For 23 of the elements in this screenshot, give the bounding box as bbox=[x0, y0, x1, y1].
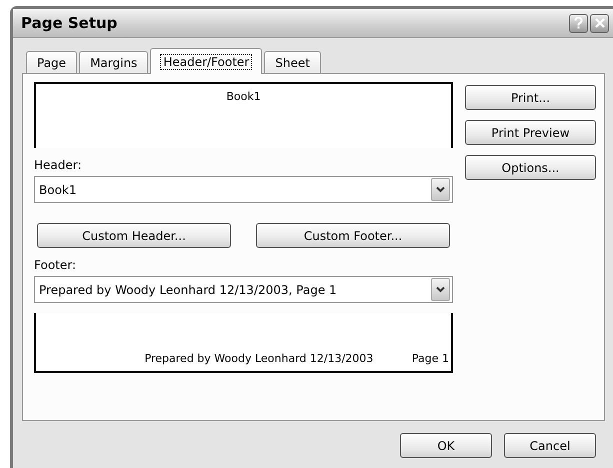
field-label: Footer: bbox=[34, 258, 78, 272]
dialog-button[interactable]: OK bbox=[400, 433, 492, 458]
dialog-button[interactable]: Print... bbox=[465, 85, 596, 110]
close-icon bbox=[594, 18, 604, 28]
custom-button[interactable]: Custom Header... bbox=[37, 223, 231, 248]
tab[interactable]: Sheet bbox=[264, 51, 321, 73]
preview-text: Prepared by Woody Leonhard 12/13/2003 bbox=[144, 352, 374, 365]
close-button[interactable] bbox=[590, 14, 609, 32]
dialog-button[interactable]: Print Preview bbox=[465, 120, 596, 145]
footer-dropdown[interactable]: Prepared by Woody Leonhard 12/13/2003, Page 1 bbox=[34, 276, 453, 303]
header-dropdown[interactable]: Book1 bbox=[34, 176, 453, 203]
preview-text: Page 1 bbox=[412, 352, 449, 365]
dialog-button[interactable]: Options... bbox=[465, 155, 596, 180]
help-icon bbox=[574, 17, 583, 29]
tab[interactable]: Margins bbox=[79, 51, 148, 73]
preview-text: Book1 bbox=[226, 90, 261, 105]
tab[interactable]: Page bbox=[26, 51, 78, 73]
custom-button[interactable]: Custom Footer... bbox=[256, 223, 450, 248]
help-button[interactable] bbox=[569, 14, 588, 32]
dialog-button[interactable]: Cancel bbox=[504, 433, 596, 458]
field-label: Header: bbox=[34, 158, 83, 172]
window-title: Page Setup bbox=[21, 14, 118, 32]
tab[interactable]: Header/Footer bbox=[150, 48, 262, 74]
